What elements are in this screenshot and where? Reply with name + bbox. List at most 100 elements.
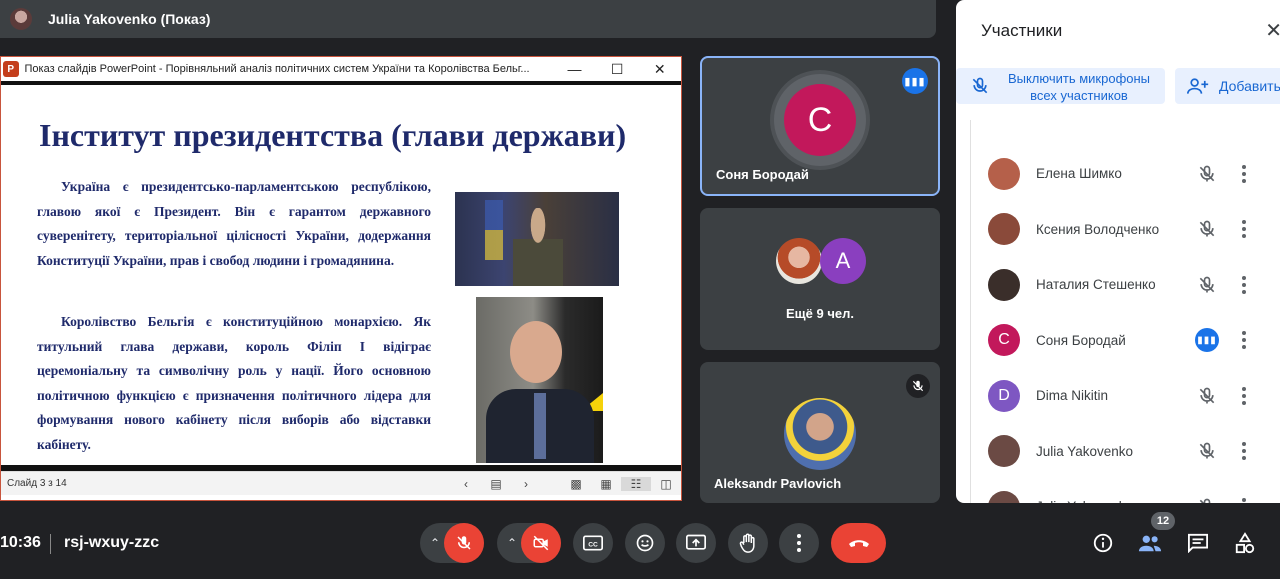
tile-name: Соня Бородай	[716, 167, 809, 182]
present-icon	[686, 534, 706, 550]
svg-text:CC: CC	[588, 541, 598, 548]
mic-off-icon[interactable]	[1192, 441, 1222, 461]
captions-icon: CC	[583, 535, 603, 551]
mic-toggle-button[interactable]	[444, 523, 484, 563]
next-slide-icon[interactable]: ›	[511, 477, 541, 491]
slide-sorter-icon[interactable]: ▦	[591, 477, 621, 491]
avatar	[988, 157, 1020, 190]
captions-button[interactable]: CC	[573, 523, 613, 563]
more-options-button[interactable]	[779, 523, 819, 563]
reading-view-icon[interactable]: ☷	[621, 476, 651, 491]
mute-all-label: Выключить микрофоны всех участников	[1007, 71, 1151, 103]
participant-name: Елена Шимко	[1036, 166, 1122, 181]
participant-tile-more[interactable]: A Ещё 9 чел.	[700, 208, 940, 350]
slide-notes-icon[interactable]: ▤	[481, 477, 511, 491]
mic-off-icon[interactable]	[1192, 275, 1222, 295]
more-vert-icon[interactable]	[1232, 220, 1256, 238]
close-icon[interactable]: ✕	[1265, 18, 1280, 43]
presenter-name: Julia Yakovenko (Показ)	[48, 11, 211, 27]
mic-off-icon[interactable]	[1192, 164, 1222, 184]
avatar	[776, 238, 822, 284]
activities-button[interactable]	[1229, 527, 1261, 559]
more-vert-icon	[797, 534, 801, 552]
slide-bottom-bar	[1, 465, 681, 471]
activities-icon	[1235, 532, 1255, 554]
powerpoint-icon: P	[3, 61, 19, 77]
camera-control-group: ⌃	[497, 523, 561, 563]
avatar: C	[784, 84, 856, 156]
participant-name: Соня Бородай	[1036, 332, 1126, 348]
more-vert-icon[interactable]	[1232, 164, 1256, 183]
slide-paragraph-ukraine: Україна є президентсько-парламентською р…	[37, 179, 431, 268]
participant-row[interactable]: Елена Шимко	[971, 146, 1271, 201]
slideshow-view-icon[interactable]: ◫	[651, 477, 681, 491]
participant-name: Julia Yakovenko	[1036, 443, 1134, 459]
camera-off-icon	[533, 535, 549, 551]
hangup-icon	[848, 540, 869, 547]
prev-slide-icon[interactable]: ‹	[451, 477, 481, 491]
speaking-indicator-icon: ▮▮▮	[902, 68, 928, 94]
slide-canvas: Інститут президентства (глави держави) У…	[1, 85, 681, 471]
chat-button[interactable]	[1182, 527, 1214, 559]
mic-off-icon[interactable]	[1192, 219, 1222, 239]
more-vert-icon[interactable]	[1232, 275, 1256, 294]
participant-tile-sonya[interactable]: C ▮▮▮ Соня Бородай	[700, 56, 940, 196]
participant-name: Наталия Стешенко	[1036, 277, 1156, 292]
close-window-button[interactable]: ✕	[638, 55, 681, 83]
king-philippe-photo	[476, 297, 603, 463]
mic-off-icon[interactable]	[1192, 386, 1222, 406]
avatar: C	[988, 324, 1020, 356]
participant-row[interactable]: D Dima Nikitin	[971, 368, 1271, 423]
present-screen-button[interactable]	[676, 523, 716, 563]
ppt-statusbar: Слайд 3 з 14 ‹ ▤ › ▩ ▦ ☷ ◫	[1, 471, 681, 495]
meeting-code: rsj-wxuy-zzc	[64, 534, 160, 551]
emoji-icon	[636, 534, 654, 552]
speaking-indicator-icon[interactable]: ▮▮▮	[1192, 328, 1222, 352]
leave-call-button[interactable]	[831, 523, 886, 563]
meeting-info-button[interactable]	[1087, 527, 1119, 559]
ppt-window-title: Показ слайдів PowerPoint - Порівняльний …	[24, 63, 530, 75]
powerpoint-window: P Показ слайдів PowerPoint - Порівняльни…	[0, 56, 682, 501]
chevron-up-icon[interactable]: ⌃	[430, 536, 440, 550]
participant-row[interactable]: Julia Yakovenko	[971, 424, 1271, 479]
participant-name: Ксения Володченко	[1036, 221, 1160, 237]
slide-paragraph-belgium: Королівство Бельгія є конституційною мон…	[37, 314, 431, 452]
mic-control-group: ⌃	[420, 523, 484, 563]
raise-hand-button[interactable]	[728, 523, 768, 563]
participant-tile-aleksandr[interactable]: Aleksandr Pavlovich	[700, 362, 940, 503]
participant-row[interactable]: Ксения Володченко	[971, 202, 1271, 257]
add-people-label: Добавить	[1219, 78, 1280, 94]
camera-toggle-button[interactable]	[521, 523, 561, 563]
meeting-controls-bar: 10:36 rsj-wxuy-zzc ⌃ ⌃ CC 12	[0, 503, 1280, 579]
participant-row[interactable]: C Соня Бородай ▮▮▮	[971, 313, 1271, 368]
participant-name: Dima Nikitin	[1036, 388, 1109, 403]
minimize-button[interactable]: —	[553, 55, 596, 83]
add-people-button[interactable]: Добавить	[1175, 68, 1280, 104]
avatar	[988, 213, 1020, 245]
maximize-button[interactable]: ☐	[596, 55, 639, 83]
ppt-titlebar: P Показ слайдів PowerPoint - Порівняльни…	[1, 57, 681, 85]
people-button[interactable]	[1134, 527, 1166, 559]
chat-icon	[1188, 533, 1208, 553]
avatar	[988, 268, 1020, 301]
presenter-avatar	[10, 8, 32, 30]
avatar: A	[820, 238, 866, 284]
chevron-up-icon[interactable]: ⌃	[507, 536, 517, 550]
more-vert-icon[interactable]	[1232, 331, 1256, 349]
normal-view-icon[interactable]: ▩	[561, 477, 591, 491]
divider	[50, 534, 51, 554]
avatar: D	[988, 379, 1020, 412]
mic-off-icon	[457, 536, 471, 550]
mute-all-button[interactable]: Выключить микрофоны всех участников	[956, 68, 1165, 104]
participant-row[interactable]: Наталия Стешенко	[971, 257, 1271, 312]
add-person-icon	[1187, 78, 1209, 94]
tile-name: Aleksandr Pavlovich	[714, 476, 842, 491]
more-vert-icon[interactable]	[1232, 442, 1256, 460]
reactions-button[interactable]	[625, 523, 665, 563]
participants-list: Елена Шимко Ксения Володченко Наталия Стеш…	[970, 120, 1280, 503]
zelensky-photo	[455, 192, 619, 286]
panel-title: Участники	[981, 21, 1063, 40]
slide-counter: Слайд 3 з 14	[7, 478, 67, 489]
more-vert-icon[interactable]	[1232, 386, 1256, 405]
participant-row[interactable]: Julia Yakovenko	[971, 479, 1271, 503]
